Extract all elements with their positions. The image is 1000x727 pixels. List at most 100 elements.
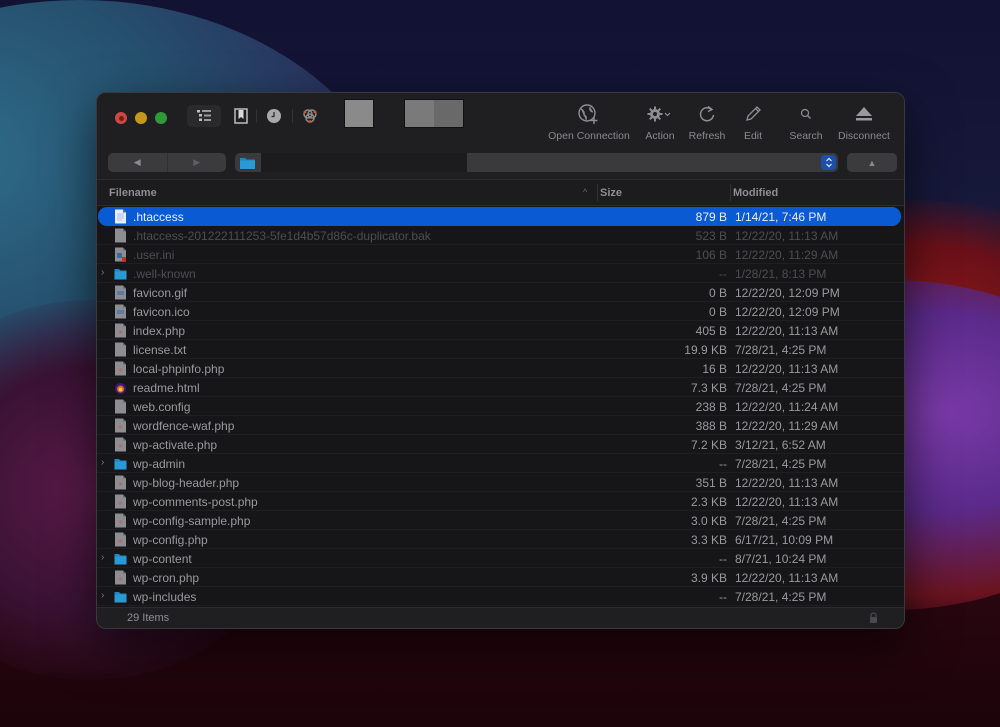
edit-button[interactable]: Edit [738,103,768,142]
file-size: 351 B [695,476,727,490]
image-file-icon [115,304,126,319]
file-name: wordfence-waf.php [133,419,235,433]
file-row[interactable]: .htaccess 879 B 1/14/21, 7:46 PM [98,207,901,226]
folder-icon [240,158,255,169]
disconnect-button[interactable]: Disconnect [836,103,892,142]
file-modified: 1/28/21, 8:13 PM [735,267,827,281]
file-row[interactable]: favicon.gif 0 B 12/22/20, 12:09 PM [97,283,904,302]
file-modified: 12/22/20, 11:29 AM [735,248,839,262]
disclosure-chevron-icon[interactable]: › [101,590,104,601]
file-size: 405 B [695,324,727,338]
zoom-window-button[interactable] [155,112,167,124]
file-size: 3.9 KB [690,571,727,585]
back-button[interactable]: ◀ [108,153,167,172]
forward-button[interactable]: ▶ [166,153,227,172]
file-name: wp-includes [133,590,197,604]
folder-icon [114,269,127,280]
file-row[interactable]: index.php 405 B 12/22/20, 11:13 AM [97,321,904,340]
file-name: .htaccess-201222111253-5fe1d4b57d86c-dup… [133,229,431,243]
column-size[interactable]: Size [600,187,622,199]
open-connection-button[interactable]: Open Connection [546,103,632,142]
file-size: 16 B [702,362,727,376]
refresh-button[interactable]: Refresh [686,103,728,142]
file-modified: 6/17/21, 10:09 PM [735,533,834,547]
action-menu-button[interactable]: Action [642,103,678,142]
file-name: readme.html [133,381,200,395]
file-modified: 7/28/21, 4:25 PM [735,590,827,604]
disclosure-chevron-icon[interactable]: › [101,267,104,278]
php-file-icon [115,418,126,433]
column-filename[interactable]: Filename [109,187,157,199]
path-dropdown[interactable] [235,153,838,172]
file-size: 7.3 KB [690,381,727,395]
folder-row[interactable]: › wp-includes -- 7/28/21, 4:25 PM [97,587,904,606]
bookmarks-button[interactable] [230,105,252,127]
file-name: wp-config-sample.php [133,514,251,528]
file-row[interactable]: web.config 238 B 12/22/20, 11:24 AM [97,397,904,416]
file-size: 0 B [708,305,727,319]
file-row[interactable]: wp-comments-post.php 2.3 KB 12/22/20, 11:1… [97,492,904,511]
path-redacted-area [261,153,467,172]
column-divider[interactable] [730,184,731,201]
file-row[interactable]: wp-blog-header.php 351 B 12/22/20, 11:13 A… [97,473,904,492]
toolbar-separator [292,109,293,123]
file-row[interactable]: favicon.ico 0 B 12/22/20, 12:09 PM [97,302,904,321]
bookmarks-icon [234,108,248,124]
column-divider[interactable] [597,184,598,201]
file-modified: 12/22/20, 11:13 AM [735,362,839,376]
file-modified: 12/22/20, 11:13 AM [735,229,839,243]
file-size: 879 B [695,210,727,224]
search-button[interactable]: Search [786,103,826,142]
file-row[interactable]: readme.html 7.3 KB 7/28/21, 4:25 PM [97,378,904,397]
folder-row[interactable]: › wp-content -- 8/7/21, 10:24 PM [97,549,904,568]
file-name: .htaccess [133,210,184,224]
file-row[interactable]: wp-cron.php 3.9 KB 12/22/20, 11:13 AM [97,568,904,587]
file-size: 523 B [695,229,727,243]
php-file-icon [115,323,126,338]
file-modified: 12/22/20, 11:29 AM [735,419,839,433]
parent-directory-button[interactable]: ▲ [847,153,897,172]
refresh-icon [699,105,715,122]
folder-icon [114,554,127,565]
path-stepper[interactable] [821,155,836,170]
file-row[interactable]: license.txt 19.9 KB 7/28/21, 4:25 PM [97,340,904,359]
file-row[interactable]: .user.ini 106 B 12/22/20, 11:29 AM [97,245,904,264]
folder-row[interactable]: › wp-admin -- 7/28/21, 4:25 PM [97,454,904,473]
history-button[interactable] [263,105,285,127]
toolbar-separator [256,109,257,123]
folder-row[interactable]: › .well-known -- 1/28/21, 8:13 PM [97,264,904,283]
document-icon [115,342,126,357]
php-file-icon [115,475,126,490]
file-row[interactable]: local-phpinfo.php 16 B 12/22/20, 11:13 AM [97,359,904,378]
bonjour-icon [303,109,317,123]
toolbar: Open Connection Action Refresh Edit Sear… [97,93,904,179]
sort-ascending-icon: ^ [583,187,588,197]
column-modified[interactable]: Modified [733,187,778,199]
folder-icon [114,592,127,603]
file-size: -- [719,267,727,281]
file-modified: 3/12/21, 6:52 AM [735,438,826,452]
php-file-icon [115,532,126,547]
file-row[interactable]: wp-config.php 3.3 KB 6/17/21, 10:09 PM [97,530,904,549]
file-row[interactable]: .htaccess-201222111253-5fe1d4b57d86c-dup… [97,226,904,245]
file-rows: .htaccess 879 B 1/14/21, 7:46 PM .htaccess-… [97,207,904,606]
file-name: favicon.ico [133,305,190,319]
bonjour-button[interactable] [299,105,321,127]
chevron-updown-icon [825,157,832,168]
image-file-icon [115,285,126,300]
file-size: -- [719,590,727,604]
file-name: .well-known [133,267,196,281]
minimize-window-button[interactable] [135,112,147,124]
disclosure-chevron-icon[interactable]: › [101,457,104,468]
outline-view-button[interactable] [187,105,221,127]
edit-label: Edit [743,130,763,142]
file-row[interactable]: wp-config-sample.php 3.0 KB 7/28/21, 4:25 … [97,511,904,530]
toolbar-placeholder-block [404,99,464,128]
php-file-icon [115,361,126,376]
file-row[interactable]: wordfence-waf.php 388 B 12/22/20, 11:29 AM [97,416,904,435]
toolbar-placeholder-block [344,99,374,128]
file-row[interactable]: wp-activate.php 7.2 KB 3/12/21, 6:52 AM [97,435,904,454]
close-window-button[interactable] [115,112,127,124]
file-modified: 7/28/21, 4:25 PM [735,514,827,528]
disclosure-chevron-icon[interactable]: › [101,552,104,563]
